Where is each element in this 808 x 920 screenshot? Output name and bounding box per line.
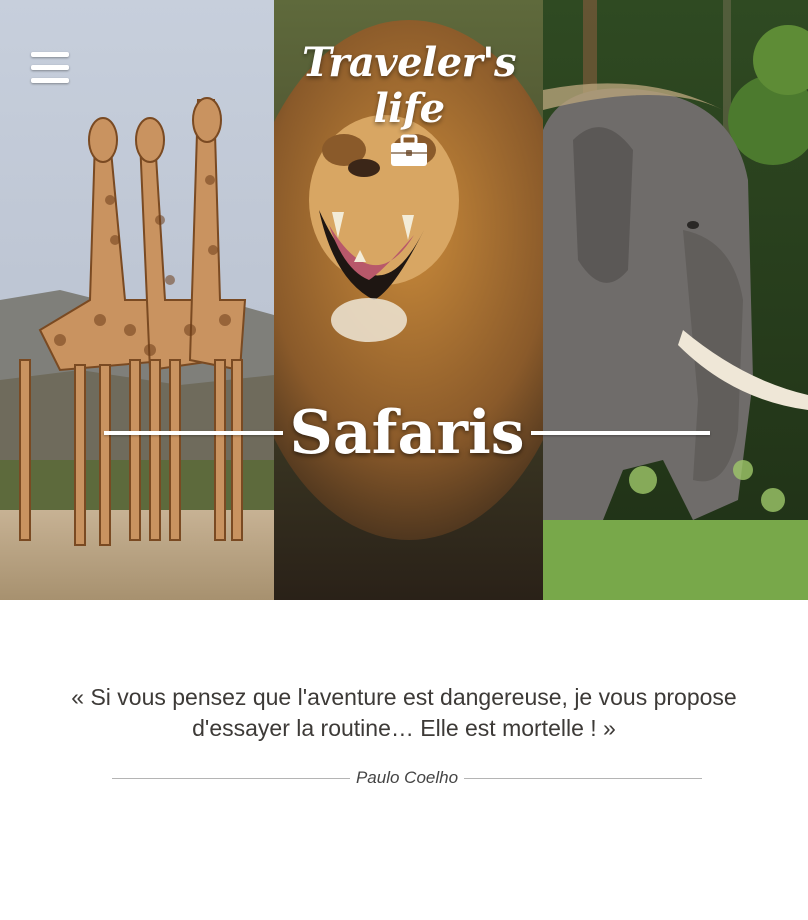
hamburger-menu-icon[interactable] bbox=[31, 52, 69, 90]
quote-author-row: Paulo Coelho bbox=[112, 766, 703, 790]
quote-author: Paulo Coelho bbox=[355, 768, 459, 787]
hero-banner: Traveler's life Safaris bbox=[0, 0, 808, 600]
page-title: Safaris bbox=[289, 398, 525, 468]
title-divider-right bbox=[530, 431, 711, 435]
giraffes-photo bbox=[0, 0, 274, 600]
quote-section: « Si vous pensez que l'aventure est dang… bbox=[0, 600, 808, 920]
author-divider-right bbox=[464, 777, 703, 779]
site-logo[interactable]: Traveler's life bbox=[274, 40, 544, 173]
logo-text: Traveler's life bbox=[301, 39, 517, 132]
elephant-photo bbox=[543, 0, 808, 600]
hero-title-block: Safaris bbox=[104, 398, 711, 468]
quote-text: « Si vous pensez que l'aventure est dang… bbox=[71, 684, 737, 741]
author-divider-left bbox=[112, 777, 350, 779]
briefcase-icon bbox=[391, 134, 427, 166]
title-divider-left bbox=[104, 431, 284, 435]
